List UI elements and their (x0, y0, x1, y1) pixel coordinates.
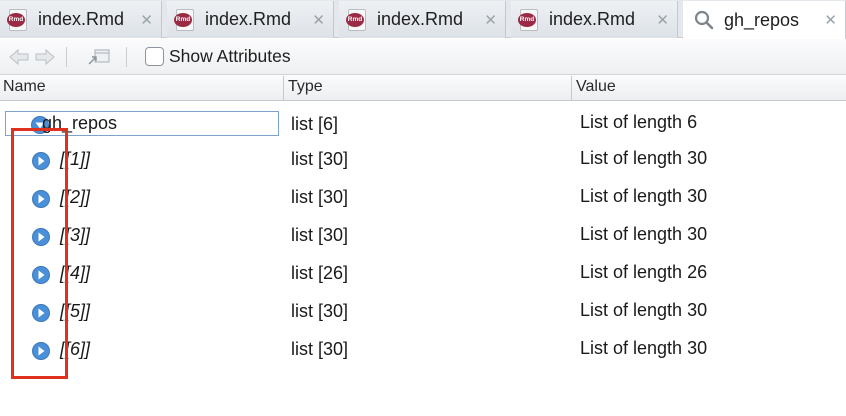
table-row[interactable]: [[3]] list [30] List of length 30 (0, 218, 846, 256)
tab-index-rmd-4[interactable]: Rmd index.Rmd ✕ (511, 1, 678, 38)
search-icon (694, 10, 714, 30)
table-row[interactable]: [[4]] list [26] List of length 26 (0, 256, 846, 294)
tab-index-rmd-2[interactable]: Rmd index.Rmd ✕ (167, 1, 334, 38)
row-name: [[1]] (60, 149, 91, 169)
expand-icon[interactable] (31, 189, 51, 209)
rmd-file-icon: Rmd (518, 8, 540, 31)
close-icon[interactable]: ✕ (656, 11, 669, 29)
expand-icon[interactable] (31, 151, 51, 171)
show-attributes-checkbox[interactable] (145, 47, 164, 66)
row-name: gh_repos (42, 113, 118, 133)
editor-tab-bar: Rmd index.Rmd ✕ Rmd index.Rmd ✕ Rmd inde… (0, 0, 846, 39)
column-divider[interactable] (571, 76, 572, 101)
table-header: Name Type Value (0, 76, 846, 101)
close-icon[interactable]: ✕ (140, 11, 153, 29)
column-header-name[interactable]: Name (3, 78, 46, 96)
tab-label: index.Rmd (377, 9, 464, 29)
table-row[interactable]: [[5]] list [30] List of length 30 (0, 294, 846, 332)
row-name: [[6]] (60, 339, 91, 359)
column-divider[interactable] (283, 76, 284, 101)
close-icon[interactable]: ✕ (312, 11, 325, 29)
row-type: list [26] (291, 263, 349, 283)
table-row[interactable]: [[1]] list [30] List of length 30 (0, 142, 846, 180)
column-header-value[interactable]: Value (576, 78, 616, 96)
tab-label: index.Rmd (549, 9, 636, 29)
tab-label: index.Rmd (205, 9, 292, 29)
tab-label: index.Rmd (38, 9, 125, 29)
data-viewer-toolbar: Show Attributes (0, 39, 846, 75)
toolbar-separator (66, 47, 67, 67)
row-name: [[3]] (60, 225, 91, 245)
row-type: list [30] (291, 225, 349, 245)
expand-icon[interactable] (31, 227, 51, 247)
tab-index-rmd-3[interactable]: Rmd index.Rmd ✕ (339, 1, 506, 38)
close-icon[interactable]: ✕ (824, 11, 837, 29)
forward-arrow-icon[interactable] (34, 48, 56, 66)
row-value: List of length 30 (580, 338, 708, 358)
rmd-file-icon: Rmd (174, 8, 196, 31)
row-type: list [30] (291, 301, 349, 321)
expand-icon[interactable] (31, 303, 51, 323)
row-type: list [6] (291, 114, 339, 134)
row-value: List of length 30 (580, 148, 708, 168)
tab-gh-repos[interactable]: gh_repos ✕ (683, 1, 846, 39)
row-type: list [30] (291, 149, 349, 169)
row-value: List of length 30 (580, 224, 708, 244)
row-value: List of length 6 (580, 112, 698, 132)
row-name: [[5]] (60, 301, 91, 321)
tab-index-rmd-1[interactable]: Rmd index.Rmd ✕ (0, 1, 162, 38)
row-name: [[2]] (60, 187, 91, 207)
show-attributes-label: Show Attributes (169, 46, 291, 66)
table-row[interactable]: [[2]] list [30] List of length 30 (0, 180, 846, 218)
table-row[interactable]: [[6]] list [30] List of length 30 (0, 332, 846, 370)
column-header-type[interactable]: Type (288, 78, 323, 96)
row-value: List of length 30 (580, 300, 708, 320)
back-arrow-icon[interactable] (8, 48, 30, 66)
row-value: List of length 30 (580, 186, 708, 206)
open-in-window-icon[interactable] (87, 48, 111, 66)
table-row-root[interactable]: gh_repos list [6] List of length 6 (0, 108, 846, 146)
expand-icon[interactable] (31, 265, 51, 285)
row-name: [[4]] (60, 263, 91, 283)
expand-icon[interactable] (31, 341, 51, 361)
rmd-file-icon: Rmd (346, 8, 368, 31)
row-type: list [30] (291, 187, 349, 207)
close-icon[interactable]: ✕ (484, 11, 497, 29)
tab-label: gh_repos (724, 9, 800, 30)
toolbar-separator (126, 47, 127, 67)
rmd-file-icon: Rmd (7, 8, 29, 31)
row-value: List of length 26 (580, 262, 708, 282)
row-type: list [30] (291, 339, 349, 359)
